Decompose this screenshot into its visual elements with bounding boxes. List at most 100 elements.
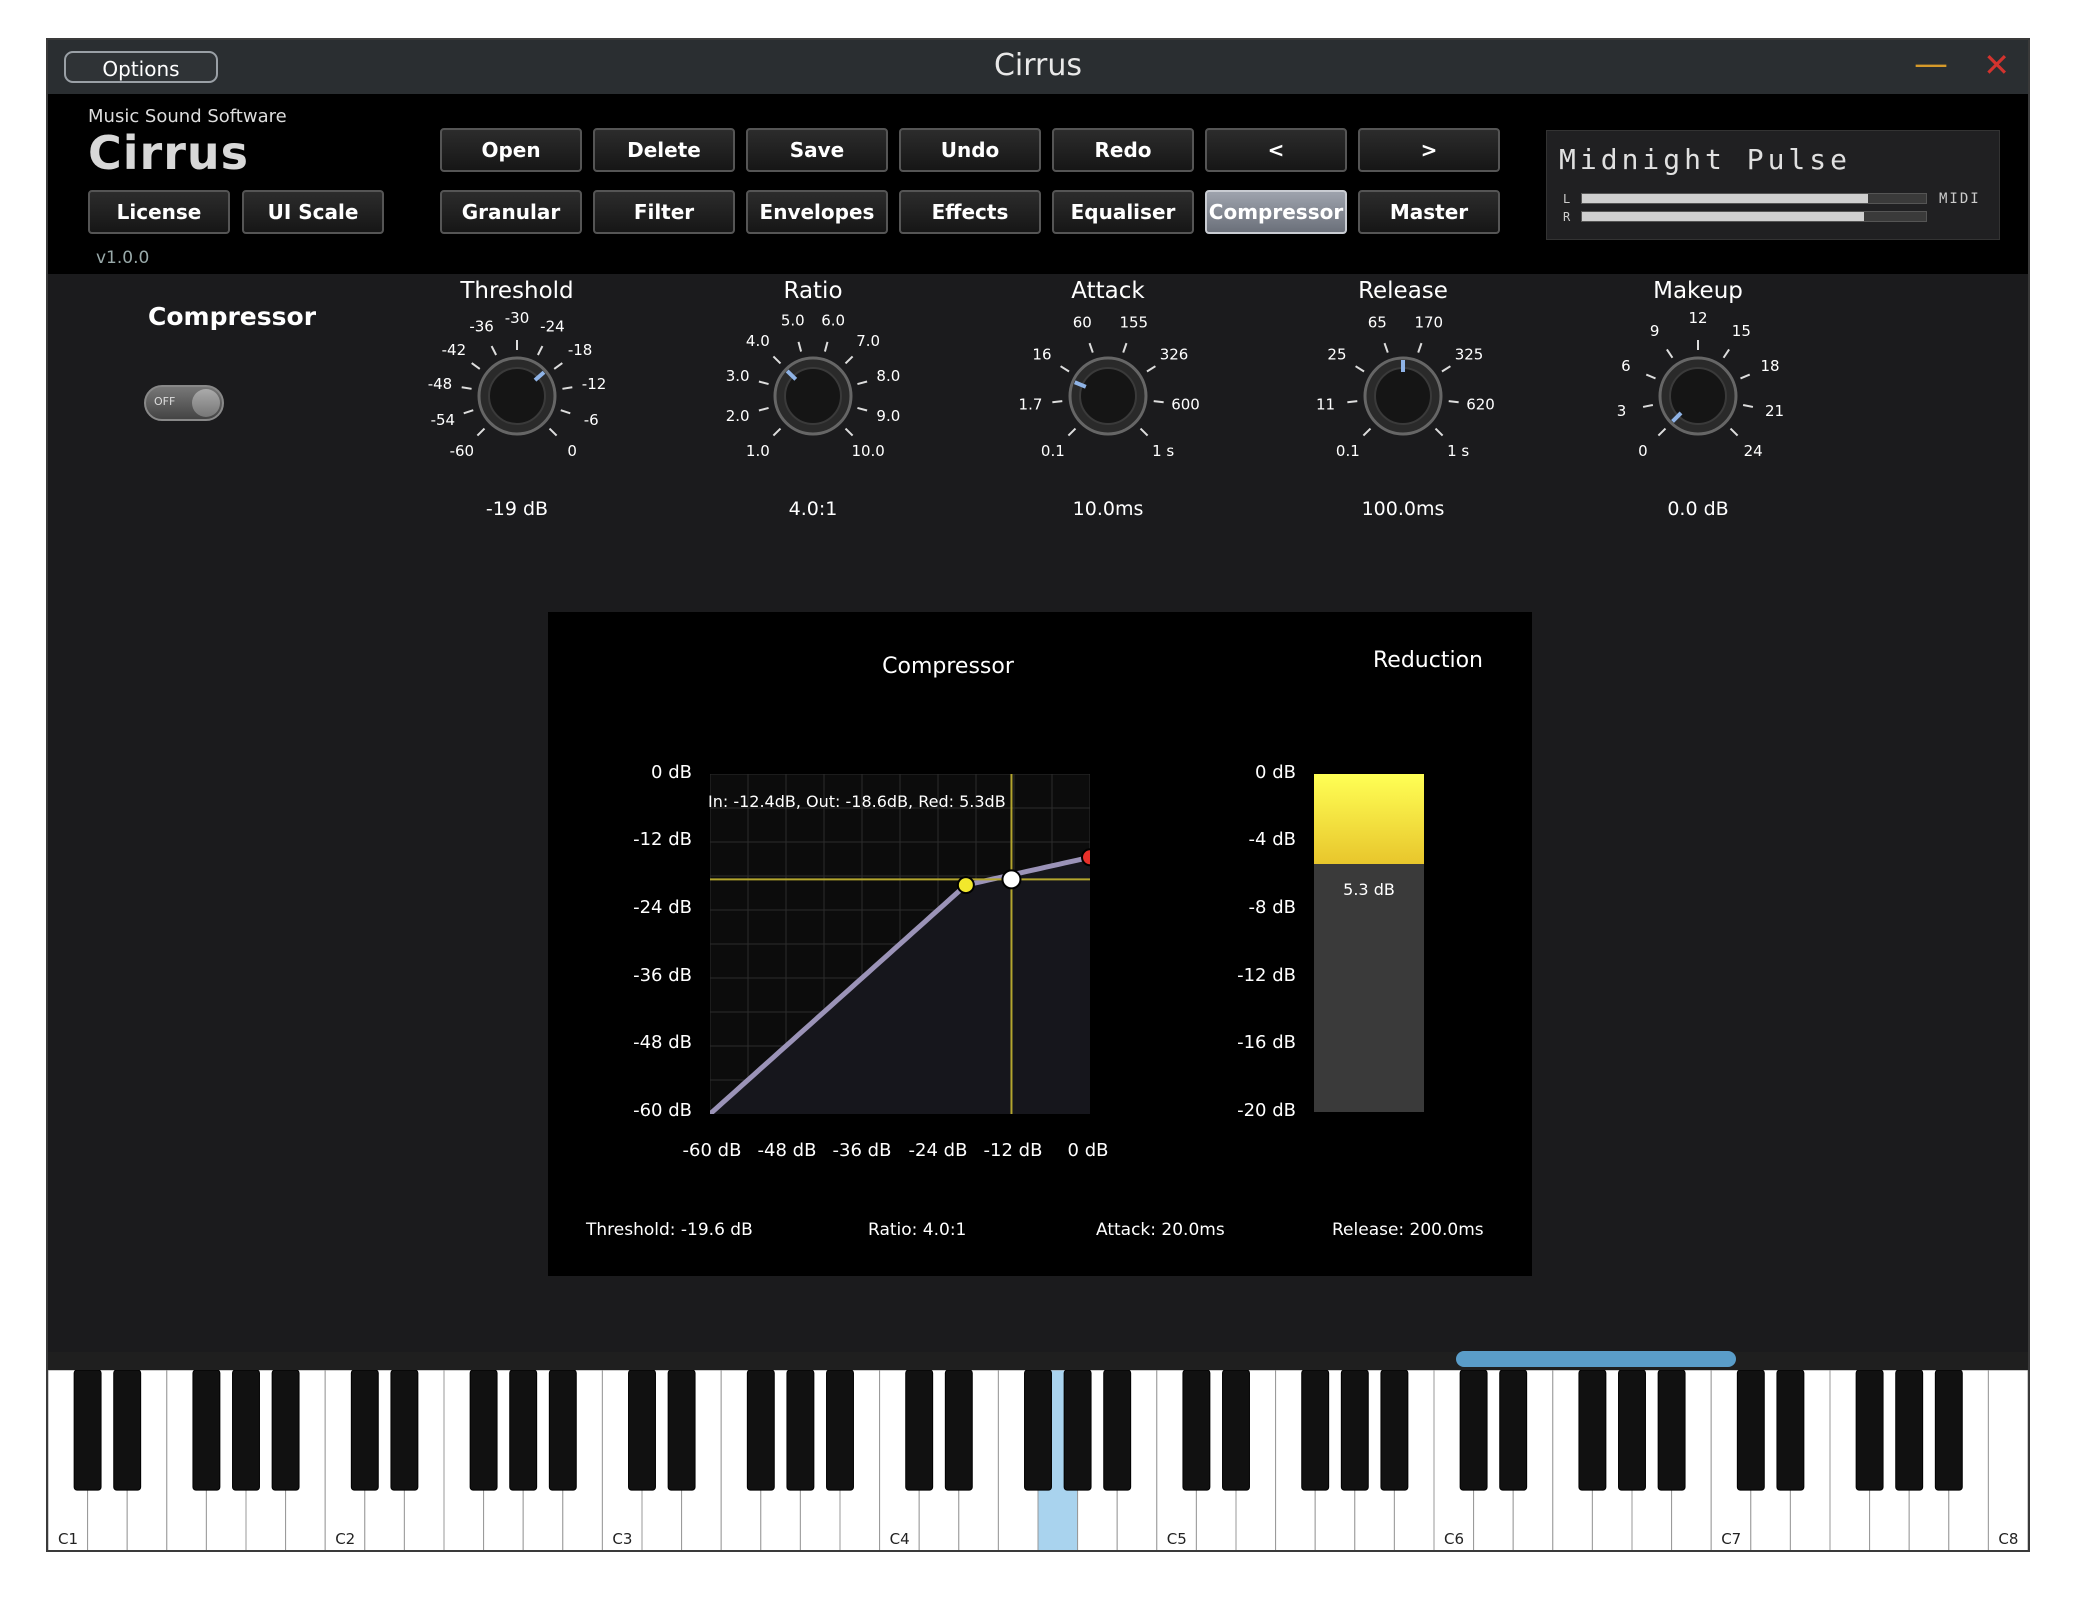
tab-compressor[interactable]: Compressor xyxy=(1205,190,1347,234)
black-key[interactable] xyxy=(905,1370,934,1491)
black-key[interactable] xyxy=(232,1370,260,1491)
knob-tick xyxy=(758,380,769,386)
threshold-point[interactable] xyxy=(956,876,975,895)
black-key[interactable] xyxy=(786,1370,815,1491)
black-key[interactable] xyxy=(113,1370,142,1491)
attack-knob-block: 0.1 1.7 16 60 155 326 600 1 s Attack 10.0ms xyxy=(988,278,1228,520)
tab-filter[interactable]: Filter xyxy=(593,190,735,234)
graph-y-label: 0 dB xyxy=(651,762,692,783)
minimize-icon[interactable]: — xyxy=(1914,44,1948,84)
knob-tick-label: 1.0 xyxy=(746,442,770,460)
cursor-point[interactable] xyxy=(1001,869,1022,890)
transfer-curve-graph[interactable] xyxy=(710,774,1090,1114)
window-title: Cirrus xyxy=(993,48,1083,83)
meter-left-fill xyxy=(1582,194,1868,203)
knob-tick-label: 2.0 xyxy=(726,407,750,425)
makeup-knob[interactable]: 0 3 6 9 12 15 18 21 24 xyxy=(1578,278,1818,488)
knob-tick-label: -12 xyxy=(582,375,607,393)
knob-tick xyxy=(758,406,769,412)
end-point[interactable] xyxy=(1081,848,1090,867)
knob-tick-label: 3.0 xyxy=(726,367,750,385)
black-key[interactable] xyxy=(1776,1370,1805,1491)
tab-effects[interactable]: Effects xyxy=(899,190,1041,234)
ratio-knob[interactable]: 1.0 2.0 3.0 4.0 5.0 6.0 7.0 8.0 9.0 10.0 xyxy=(693,278,933,488)
knob-tick xyxy=(1657,427,1667,437)
black-key[interactable] xyxy=(1182,1370,1211,1491)
black-key[interactable] xyxy=(628,1370,656,1491)
power-toggle[interactable]: OFF xyxy=(144,385,224,421)
next-preset-button[interactable]: > xyxy=(1358,128,1500,172)
black-key[interactable] xyxy=(1301,1370,1330,1491)
close-icon[interactable]: ✕ xyxy=(1983,46,2010,84)
black-key[interactable] xyxy=(1657,1370,1686,1491)
black-key[interactable] xyxy=(1103,1370,1132,1491)
ratio-value: 4.0:1 xyxy=(788,498,838,520)
license-button[interactable]: License xyxy=(88,190,230,234)
knob-tick-label: -54 xyxy=(431,411,456,429)
black-key[interactable] xyxy=(1736,1370,1765,1491)
black-key[interactable] xyxy=(350,1370,379,1491)
keyboard-scrollbar[interactable] xyxy=(1456,1351,1736,1367)
knob-tick xyxy=(1067,427,1077,437)
black-key[interactable] xyxy=(271,1370,300,1491)
black-key[interactable] xyxy=(1340,1370,1369,1491)
knob-tick xyxy=(857,380,868,386)
black-key[interactable] xyxy=(1063,1370,1092,1491)
black-key[interactable] xyxy=(390,1370,419,1491)
black-key[interactable] xyxy=(548,1370,577,1491)
piano-keyboard[interactable]: C1 C2 C3 C4 C5 C6 C7 C8 xyxy=(48,1370,2028,1552)
graph-x-label: -24 dB xyxy=(908,1140,968,1161)
black-key[interactable] xyxy=(1855,1370,1884,1491)
black-key[interactable] xyxy=(192,1370,221,1491)
ratio-knob-block: 1.0 2.0 3.0 4.0 5.0 6.0 7.0 8.0 9.0 10.0 Ratio 4.… xyxy=(693,278,933,520)
black-key[interactable] xyxy=(1024,1370,1052,1491)
black-key[interactable] xyxy=(509,1370,538,1491)
black-key[interactable] xyxy=(1380,1370,1409,1491)
graph-x-label: -60 dB xyxy=(682,1140,742,1161)
knob-tick-label: 60 xyxy=(1073,313,1092,331)
knob-tick-label: 16 xyxy=(1032,346,1051,364)
black-key[interactable] xyxy=(73,1370,102,1491)
black-key[interactable] xyxy=(1222,1370,1250,1491)
knob-tick-label: 1 s xyxy=(1447,442,1469,460)
prev-preset-button[interactable]: < xyxy=(1205,128,1347,172)
preset-name: Midnight Pulse xyxy=(1559,143,1852,176)
knob-tick-label: 600 xyxy=(1171,396,1200,414)
black-key[interactable] xyxy=(746,1370,775,1491)
black-key[interactable] xyxy=(1934,1370,1963,1491)
black-key[interactable] xyxy=(1895,1370,1924,1491)
ratio-title: Ratio xyxy=(783,278,843,304)
black-key[interactable] xyxy=(1499,1370,1528,1491)
delete-button[interactable]: Delete xyxy=(593,128,735,172)
reduction-meter-fill xyxy=(1314,774,1424,864)
black-key[interactable] xyxy=(1459,1370,1488,1491)
tab-granular[interactable]: Granular xyxy=(440,190,582,234)
preset-display[interactable]: Midnight Pulse L R MIDI xyxy=(1546,130,2000,240)
redo-button[interactable]: Redo xyxy=(1052,128,1194,172)
black-key[interactable] xyxy=(469,1370,498,1491)
save-button[interactable]: Save xyxy=(746,128,888,172)
tab-equaliser[interactable]: Equaliser xyxy=(1052,190,1194,234)
attack-knob[interactable]: 0.1 1.7 16 60 155 326 600 1 s xyxy=(988,278,1228,488)
tab-envelopes[interactable]: Envelopes xyxy=(746,190,888,234)
knob-tick-label: 9.0 xyxy=(876,407,900,425)
knob-tick xyxy=(1146,365,1156,373)
black-key[interactable] xyxy=(1618,1370,1646,1491)
graph-x-label: -12 dB xyxy=(983,1140,1043,1161)
knob-tick xyxy=(1417,342,1423,353)
black-key[interactable] xyxy=(944,1370,973,1491)
knob-tick-label: 4.0 xyxy=(746,332,770,350)
knob-tick xyxy=(560,409,571,415)
black-key[interactable] xyxy=(826,1370,854,1491)
black-key[interactable] xyxy=(667,1370,696,1491)
open-button[interactable]: Open xyxy=(440,128,582,172)
undo-button[interactable]: Undo xyxy=(899,128,1041,172)
white-key[interactable] xyxy=(1987,1370,2028,1552)
ui-scale-button[interactable]: UI Scale xyxy=(242,190,384,234)
threshold-knob-block: -60 -54 -48 -42 -36 -30 -24 -18 -12 -6 0 Threshold… xyxy=(397,278,637,520)
tab-master[interactable]: Master xyxy=(1358,190,1500,234)
black-key[interactable] xyxy=(1578,1370,1607,1491)
release-knob[interactable]: 0.1 11 25 65 170 325 620 1 s xyxy=(1283,278,1523,488)
knob-tick-label: 0.1 xyxy=(1041,442,1065,460)
threshold-knob[interactable]: -60-54-48-42-36 -30 -24-18-12-60 xyxy=(397,278,637,488)
